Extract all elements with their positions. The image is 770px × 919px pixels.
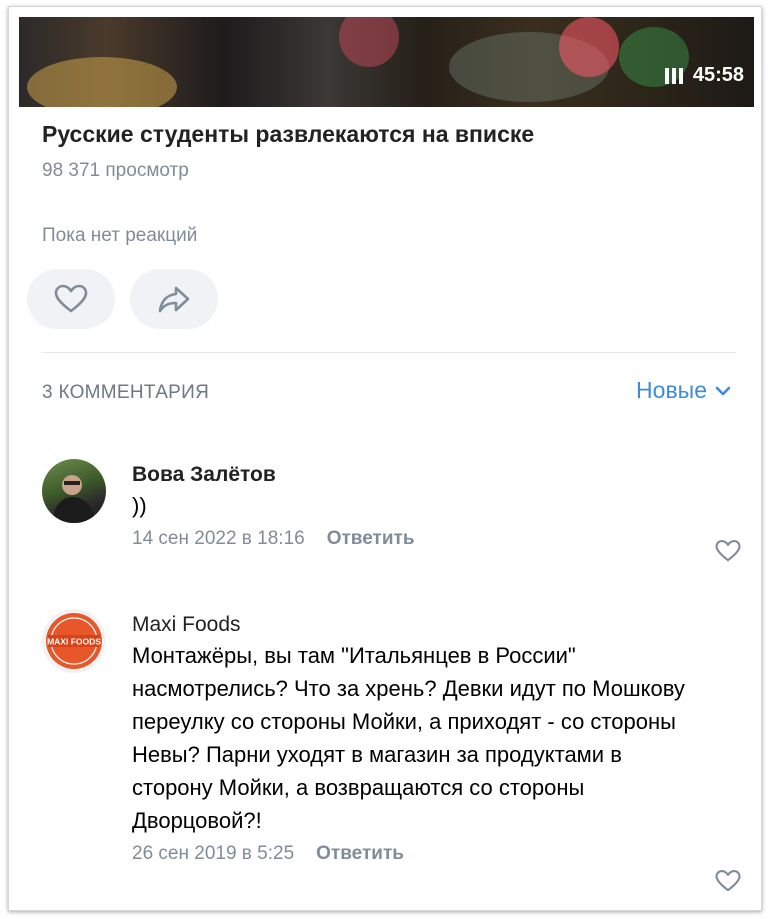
post-frame: 45:58 Русские студенты развлекаются на в…: [8, 6, 762, 911]
comment-like-icon[interactable]: [715, 539, 741, 563]
divider: [42, 352, 736, 353]
share-button[interactable]: [130, 269, 218, 329]
avatar[interactable]: MAXI FOODS: [42, 609, 106, 673]
comment-author[interactable]: Вова Залётов: [132, 463, 741, 487]
svg-text:MAXI FOODS: MAXI FOODS: [47, 637, 101, 647]
video-thumbnail[interactable]: 45:58: [19, 17, 754, 107]
share-icon: [158, 286, 190, 313]
comment-author[interactable]: Maxi Foods: [132, 613, 741, 637]
reactions-empty-text: Пока нет реакций: [42, 225, 198, 246]
comment-item: MAXI FOODS Maxi Foods Монтажёры, вы там …: [42, 609, 741, 899]
sort-dropdown[interactable]: Новые: [636, 377, 731, 404]
comment-date: 14 сен 2022 в 18:16: [132, 528, 305, 549]
sort-label: Новые: [636, 377, 707, 403]
comment-date: 26 сен 2019 в 5:25: [132, 843, 295, 864]
video-views: 98 371 просмотр: [42, 160, 189, 181]
comments-count: 3 КОММЕНТАРИЯ: [42, 382, 210, 403]
reply-button[interactable]: Ответить: [327, 528, 415, 550]
maxi-foods-logo: MAXI FOODS: [46, 613, 102, 669]
duration-label: 45:58: [692, 64, 744, 86]
comment-text: Монтажёры, вы там "Итальянцев в России" …: [132, 643, 685, 833]
comment-like-icon[interactable]: [715, 869, 741, 893]
like-button[interactable]: [27, 269, 115, 329]
avatar[interactable]: [42, 459, 106, 523]
comment-text: )): [132, 493, 147, 518]
playlist-icon: [664, 67, 683, 84]
heart-icon: [54, 284, 88, 313]
avatar-photo: [52, 475, 96, 523]
comment-item: Вова Залётов )) 14 сен 2022 в 18:16 Отве…: [42, 459, 741, 569]
reply-button[interactable]: Ответить: [316, 843, 404, 865]
video-duration: 45:58: [664, 64, 744, 87]
video-title[interactable]: Русские студенты развлекаются на вписке: [42, 121, 534, 148]
chevron-down-icon: [715, 386, 731, 395]
